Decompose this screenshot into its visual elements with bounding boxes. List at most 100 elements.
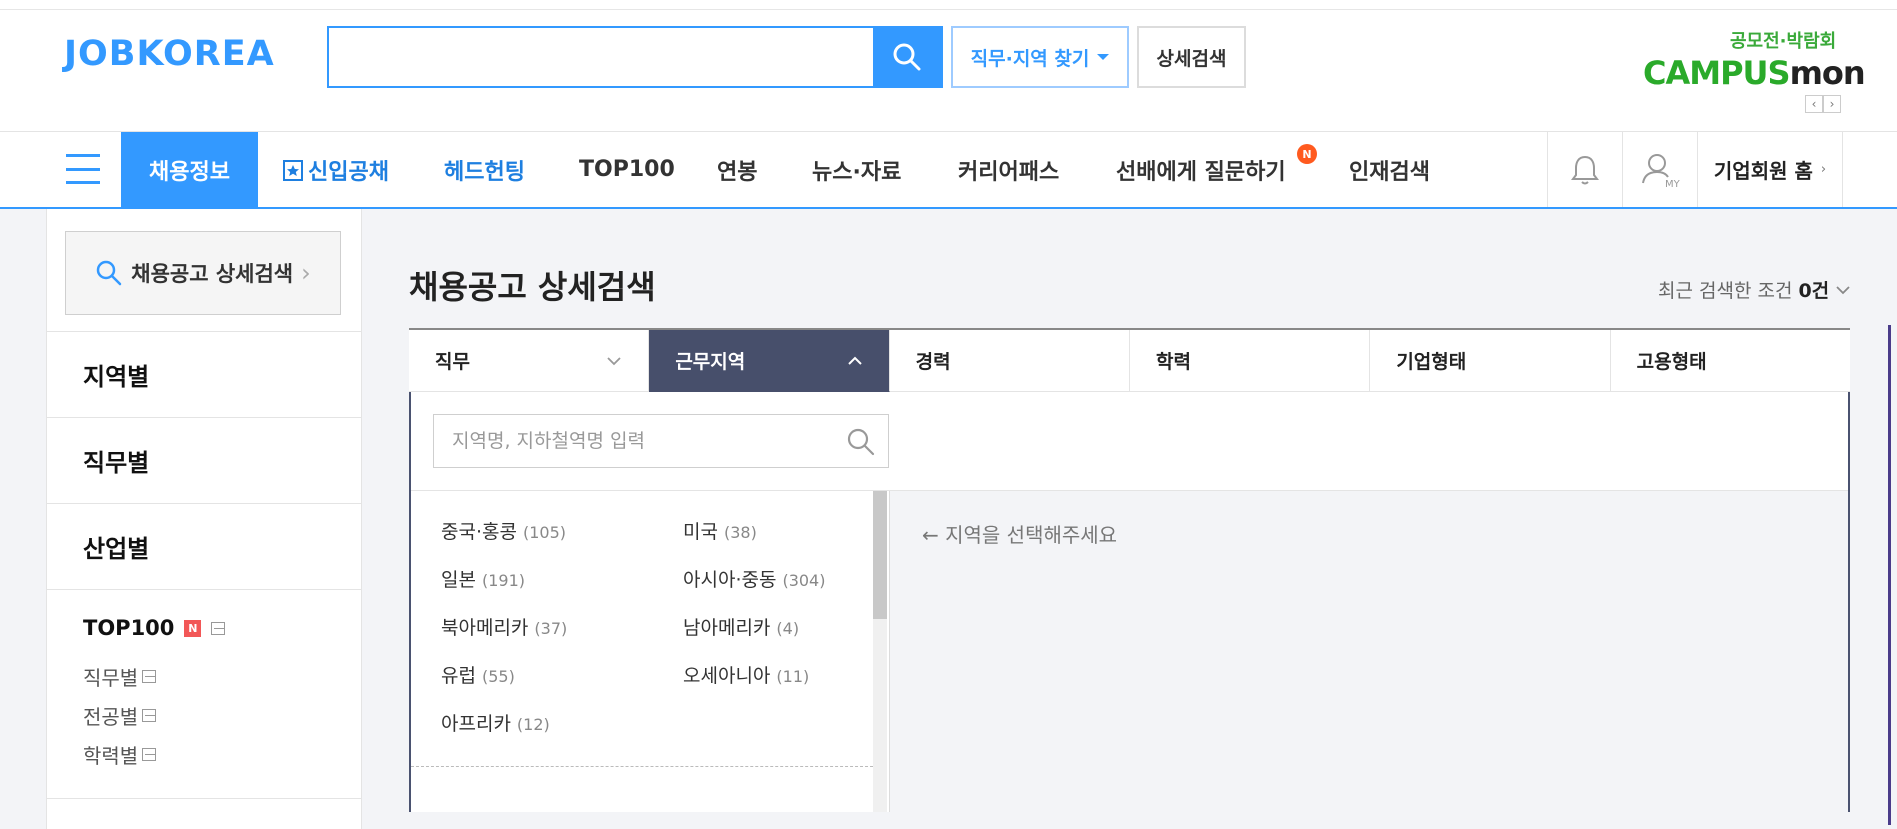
campusmon-logo-right: mon bbox=[1789, 54, 1866, 92]
notification-button[interactable] bbox=[1547, 132, 1622, 207]
detail-search-button[interactable]: 상세검색 bbox=[1137, 26, 1246, 88]
region-list-scrollbar[interactable] bbox=[873, 491, 887, 812]
sidebar-detail-search[interactable]: 채용공고 상세검색 › bbox=[65, 231, 341, 315]
region-search-box bbox=[433, 414, 889, 468]
sidebar-detail-search-label: 채용공고 상세검색 bbox=[131, 262, 294, 286]
select-region-hint: ← 지역을 선택해주세요 bbox=[922, 523, 1118, 547]
nav-item-top100[interactable]: TOP100 bbox=[579, 132, 675, 207]
top100-link-education-label: 학력별 bbox=[83, 744, 139, 768]
menu-icon[interactable] bbox=[66, 154, 100, 184]
new-window-icon bbox=[142, 748, 157, 761]
promo-prev-button[interactable]: ‹ bbox=[1805, 95, 1823, 113]
promo-subtitle[interactable]: 공모전·박람회 bbox=[1730, 27, 1836, 53]
top100-link-job[interactable]: 직무별 bbox=[83, 662, 157, 691]
sidebar-item-job[interactable]: 직무별 bbox=[47, 417, 361, 503]
recent-search-label: 최근 검색한 조건 bbox=[1658, 280, 1793, 302]
nav-item-new-grad-label: 신입공채 bbox=[308, 159, 389, 185]
chevron-right-icon: › bbox=[301, 259, 311, 287]
main-search-button[interactable] bbox=[873, 28, 941, 86]
corporate-home-button[interactable]: 기업회원 홈 › bbox=[1697, 132, 1843, 207]
search-icon[interactable] bbox=[846, 427, 876, 457]
top100-link-job-label: 직무별 bbox=[83, 666, 139, 690]
main-search-box bbox=[327, 26, 943, 88]
my-page-button[interactable]: MY bbox=[1622, 132, 1697, 207]
region-item[interactable]: 남아메리카 (4) bbox=[683, 613, 799, 640]
find-button-label: 직무·지역 찾기 bbox=[970, 47, 1090, 70]
tab-experience-label: 경력 bbox=[915, 351, 951, 373]
user-icon: MY bbox=[1642, 153, 1681, 189]
job-region-find-button[interactable]: 직무·지역 찾기 bbox=[951, 26, 1129, 88]
nav-item-talent-search[interactable]: 인재검색 bbox=[1349, 132, 1430, 207]
my-label: MY bbox=[1665, 179, 1681, 189]
chevron-down-icon bbox=[1836, 285, 1850, 294]
region-item[interactable]: 일본 (191) bbox=[441, 565, 525, 592]
browser-top-strip bbox=[0, 0, 1897, 10]
new-window-icon bbox=[142, 670, 157, 683]
top100-link-education[interactable]: 학력별 bbox=[83, 740, 157, 769]
promo-arrows: ‹ › bbox=[1805, 95, 1841, 113]
region-item[interactable]: 유럽 (55) bbox=[441, 661, 515, 688]
jobkorea-logo[interactable]: JOBKOREA bbox=[64, 34, 275, 74]
chevron-down-icon bbox=[607, 356, 621, 365]
region-item[interactable]: 미국 (38) bbox=[683, 517, 757, 544]
page-edge-rail bbox=[1888, 325, 1891, 825]
tab-job[interactable]: 직무 bbox=[409, 330, 650, 392]
nav-item-salary[interactable]: 연봉 bbox=[717, 132, 757, 207]
caret-down-icon bbox=[1097, 54, 1110, 60]
tab-experience[interactable]: 경력 bbox=[889, 330, 1130, 392]
new-badge: N bbox=[1297, 144, 1317, 164]
filter-tabs: 직무 근무지역 경력 학력 기업형태 고용형태 bbox=[409, 328, 1850, 392]
campusmon-logo[interactable]: CAMPUSmon bbox=[1643, 54, 1866, 92]
new-window-icon bbox=[142, 709, 157, 722]
page-title: 채용공고 상세검색 bbox=[409, 268, 656, 306]
region-panel: 중국·홍콩(105) 미국(38) 일본(191) 아시아·중동(304) 북아… bbox=[409, 392, 1850, 812]
tab-work-region[interactable]: 근무지역 bbox=[649, 330, 890, 392]
sub-region-area: ← 지역을 선택해주세요 bbox=[889, 491, 1848, 812]
region-item[interactable]: 아프리카 (12) bbox=[441, 709, 550, 736]
region-item[interactable]: 오세아니아 (11) bbox=[683, 661, 809, 688]
nav-item-headhunting[interactable]: 헤드헌팅 bbox=[444, 132, 525, 207]
region-item[interactable]: 아시아·중동 (304) bbox=[683, 565, 825, 592]
nav-item-career-path[interactable]: 커리어패스 bbox=[958, 132, 1059, 207]
sidebar-item-industry[interactable]: 산업별 bbox=[47, 503, 361, 589]
region-list: 중국·홍콩 (105) 미국 (38) 일본 (191) 아시아·중동 (304) 북아… bbox=[411, 491, 889, 812]
region-item[interactable]: 북아메리카 (37) bbox=[441, 613, 567, 640]
tab-company-type-label: 기업형태 bbox=[1396, 351, 1467, 373]
recent-search-count: 0건 bbox=[1798, 280, 1830, 302]
new-window-icon bbox=[211, 621, 226, 635]
corporate-home-label: 기업회원 홈 bbox=[1713, 159, 1813, 183]
main-search-input[interactable] bbox=[329, 28, 873, 86]
tab-company-type[interactable]: 기업형태 bbox=[1370, 330, 1611, 392]
recent-search-toggle[interactable]: 최근 검색한 조건 0건 bbox=[1658, 276, 1851, 303]
chevron-up-icon bbox=[847, 356, 862, 365]
top100-link-major[interactable]: 전공별 bbox=[83, 701, 157, 730]
top100-heading[interactable]: TOP100 N bbox=[83, 616, 226, 640]
region-list-divider bbox=[411, 766, 873, 767]
region-item[interactable]: 중국·홍콩 (105) bbox=[441, 517, 566, 544]
main-nav: 채용정보 신입공채 헤드헌팅 TOP100 연봉 뉴스·자료 커리어패스 선배에… bbox=[0, 132, 1897, 209]
chevron-right-icon: › bbox=[1820, 162, 1827, 177]
sidebar-item-region[interactable]: 지역별 bbox=[47, 331, 361, 417]
scroll-thumb[interactable] bbox=[873, 491, 887, 619]
site-header: JOBKOREA 직무·지역 찾기 상세검색 공모전·박람회 CAMPUSmon… bbox=[0, 10, 1897, 132]
tab-job-label: 직무 bbox=[435, 351, 470, 373]
new-badge: N bbox=[184, 619, 202, 637]
search-icon bbox=[893, 43, 921, 71]
campusmon-logo-left: CAMPUS bbox=[1643, 54, 1791, 92]
tab-education[interactable]: 학력 bbox=[1129, 330, 1371, 392]
nav-item-new-grad[interactable]: 신입공채 bbox=[282, 132, 389, 207]
nav-item-news[interactable]: 뉴스·자료 bbox=[812, 132, 901, 207]
region-search-input[interactable] bbox=[434, 415, 834, 467]
search-icon bbox=[97, 260, 122, 286]
tab-employment-type[interactable]: 고용형태 bbox=[1610, 330, 1850, 392]
top100-link-major-label: 전공별 bbox=[83, 705, 139, 729]
sidebar: 채용공고 상세검색 › 지역별 직무별 산업별 TOP100 N 직무별 전공별… bbox=[46, 209, 362, 829]
tab-education-label: 학력 bbox=[1155, 351, 1191, 373]
top100-title: TOP100 bbox=[83, 616, 175, 640]
promo-next-button[interactable]: › bbox=[1823, 95, 1841, 113]
tab-work-region-label: 근무지역 bbox=[675, 351, 746, 373]
nav-item-recruit-info[interactable]: 채용정보 bbox=[121, 132, 258, 207]
bell-icon bbox=[1571, 155, 1599, 184]
nav-item-ask-senior[interactable]: 선배에게 질문하기 bbox=[1116, 132, 1286, 207]
star-badge-icon bbox=[283, 159, 303, 181]
